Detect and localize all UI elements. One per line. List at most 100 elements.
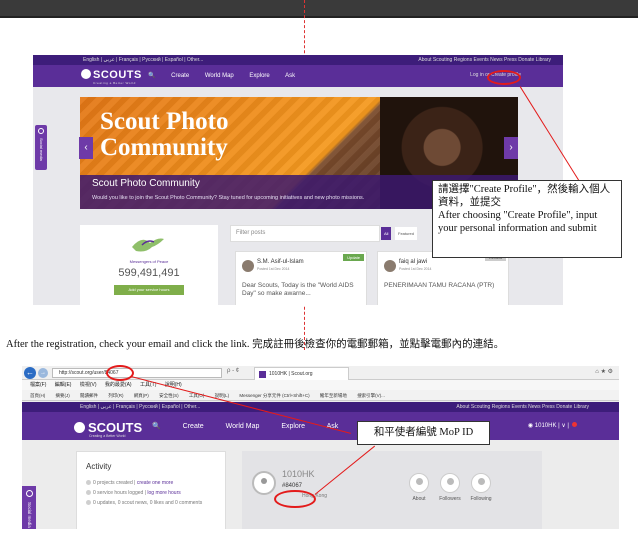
post-author[interactable]: S.M. Asif-ul-Islam bbox=[257, 259, 304, 265]
post-tag: Update bbox=[343, 254, 364, 261]
cmd-mail[interactable]: 閱讀郵件 bbox=[80, 393, 98, 398]
language-bar: English | عربي | Français | Русский | Es… bbox=[22, 402, 619, 412]
social-media-tab[interactable]: Social media bbox=[35, 125, 47, 170]
site-favicon-icon bbox=[259, 371, 266, 378]
carousel-prev-button[interactable]: ‹ bbox=[79, 137, 93, 159]
top-links[interactable]: About Scouting Regions Events News Press… bbox=[456, 402, 589, 412]
search-icon[interactable]: 🔍 bbox=[152, 423, 161, 430]
menu-favorites[interactable]: 我的最愛(A) bbox=[105, 382, 132, 388]
filter-all-tab[interactable]: All bbox=[381, 227, 392, 240]
search-refresh-icons[interactable]: ρ - ¢ bbox=[227, 368, 239, 374]
browser-menu-bar: 檔案(F) 編輯(E) 檢視(V) 我的最愛(A) 工具(T) 說明(H) bbox=[22, 380, 619, 390]
cmd-search-engine[interactable]: 搜索引擎(V)... bbox=[357, 393, 385, 398]
avatar bbox=[384, 260, 396, 272]
highlight-oval-create-profile bbox=[487, 70, 521, 85]
cmd-page[interactable]: 網頁(P) bbox=[134, 393, 149, 398]
browser-command-bar: 首頁(H) 摘要(J) 閱讀郵件 列印(R) 網頁(P) 安全性(S) 工具(O… bbox=[22, 390, 619, 401]
user-menu[interactable]: ◉ 1010HK | ∨ | bbox=[528, 422, 577, 429]
highlight-oval-mop-id bbox=[274, 490, 316, 508]
nav-create[interactable]: Create bbox=[171, 73, 189, 79]
post-date: Posted 1st Dec 2014 bbox=[257, 267, 290, 271]
post-author[interactable]: faiq al jawi bbox=[399, 259, 427, 265]
create-one-more-link[interactable]: create one more bbox=[137, 480, 173, 486]
scouts-logo[interactable]: SCOUTS Creating a Better World bbox=[81, 69, 142, 85]
callout-zh: 請選擇"Create Profile"，然後輸入個人資料，並提交 bbox=[438, 184, 611, 208]
service-hours-count: 599,491,491 bbox=[118, 267, 180, 279]
service-hours-card: Messengers of Peace 599,491,491 Add your… bbox=[80, 225, 218, 305]
social-media-tab[interactable]: Social media bbox=[22, 486, 36, 529]
log-more-hours-link[interactable]: log more hours bbox=[147, 490, 180, 496]
nav-world-map[interactable]: World Map bbox=[226, 423, 260, 430]
post-body: Dear Scouts, Today is the "World AIDS Da… bbox=[242, 282, 354, 297]
address-bar[interactable]: http://scout.org/user/84067 bbox=[52, 368, 222, 378]
activity-card: Activity 0 projects created | create one… bbox=[76, 451, 226, 529]
cmd-feeds[interactable]: 摘要(J) bbox=[56, 393, 70, 398]
cmd-safety[interactable]: 安全性(S) bbox=[159, 393, 179, 398]
main-nav: SCOUTS Creating a Better World 🔍 Create W… bbox=[33, 65, 563, 87]
hero-text: Would you like to join the Scout Photo C… bbox=[92, 195, 365, 201]
about-icon[interactable] bbox=[409, 473, 429, 493]
mop-id-callout: 和平使者編號 MoP ID bbox=[357, 421, 490, 445]
logo-subtitle: Creating a Better World bbox=[93, 81, 136, 85]
nav-ask[interactable]: Ask bbox=[285, 73, 295, 79]
mop-id: #84067 bbox=[282, 483, 303, 489]
following-icon[interactable] bbox=[471, 473, 491, 493]
language-links[interactable]: English | عربي | Français | Русский | Es… bbox=[80, 404, 200, 410]
language-bar: English | عربي | Français | Русский | Es… bbox=[33, 55, 563, 65]
cmd-home[interactable]: 首頁(H) bbox=[30, 393, 45, 398]
plus-icon bbox=[38, 128, 44, 134]
post-card[interactable]: faiq al jawi Posted 1st Dec 2014 Review … bbox=[377, 251, 509, 305]
cmd-print[interactable]: 列印(R) bbox=[108, 393, 123, 398]
nav-explore[interactable]: Explore bbox=[249, 73, 269, 79]
nav-create[interactable]: Create bbox=[183, 423, 204, 430]
add-service-hours-button[interactable]: Add your service hours bbox=[114, 285, 184, 295]
followers-icon[interactable] bbox=[440, 473, 460, 493]
fleur-de-lis-icon bbox=[81, 69, 91, 79]
scout-site-screenshot-2: ← → http://scout.org/user/84067 ρ - ¢ 10… bbox=[22, 366, 619, 529]
nav-explore[interactable]: Explore bbox=[281, 423, 305, 430]
check-icon bbox=[86, 500, 91, 505]
activity-row: 0 service hours logged | log more hours bbox=[86, 490, 181, 496]
menu-view[interactable]: 檢視(V) bbox=[80, 382, 97, 388]
top-links[interactable]: About Scouting Regions Events News Press… bbox=[418, 55, 551, 65]
highlight-oval-url-id bbox=[106, 365, 134, 381]
post-date: Posted 1st Dec 2014 bbox=[399, 267, 432, 271]
about-link[interactable]: About bbox=[404, 496, 434, 502]
profile-avatar[interactable] bbox=[252, 471, 276, 495]
instruction-paragraph: After the registration, check your email… bbox=[6, 339, 505, 350]
plus-icon bbox=[26, 490, 33, 497]
activity-row: 0 updates, 0 scout news, 0 likes and 0 c… bbox=[86, 500, 202, 506]
menu-file[interactable]: 檔案(F) bbox=[30, 382, 46, 388]
scouts-logo[interactable]: SCOUTS Creating a Better World bbox=[74, 420, 142, 438]
nav-world-map[interactable]: World Map bbox=[205, 73, 234, 79]
profile-name: 1010HK bbox=[282, 469, 315, 479]
browser-tab[interactable]: 1010HK | Scout.org bbox=[254, 367, 349, 380]
browser-window-icons[interactable]: ⌂ ★ ⚙ bbox=[595, 368, 613, 375]
hero-heading: Scout Photo Community bbox=[92, 178, 200, 189]
cmd-messenger[interactable]: Messenger 分享元件 (Ctrl+Shift+C) bbox=[239, 393, 309, 398]
carousel-next-button[interactable]: › bbox=[504, 137, 518, 159]
search-icon[interactable]: 🔍 bbox=[148, 73, 155, 79]
menu-edit[interactable]: 編輯(E) bbox=[55, 382, 72, 388]
callout-en: After choosing "Create Profile", input y… bbox=[438, 210, 598, 234]
hero-title: Scout Photo Community bbox=[100, 108, 229, 161]
dove-icon bbox=[132, 238, 164, 252]
top-dark-bar bbox=[0, 0, 638, 18]
filter-featured-tab[interactable]: Featured bbox=[395, 227, 418, 240]
user-avatar-icon: ◉ bbox=[527, 423, 535, 429]
language-links[interactable]: English | عربي | Français | Русский | Es… bbox=[83, 57, 203, 63]
notification-badge bbox=[572, 422, 577, 427]
following-link[interactable]: Following bbox=[466, 496, 496, 502]
check-icon bbox=[86, 490, 91, 495]
forward-arrow-icon[interactable]: → bbox=[38, 368, 48, 378]
post-card[interactable]: S.M. Asif-ul-Islam Posted 1st Dec 2014 U… bbox=[235, 251, 367, 305]
check-icon bbox=[86, 480, 91, 485]
logo-subtitle: Creating a Better World bbox=[89, 434, 126, 438]
fleur-de-lis-icon bbox=[74, 422, 85, 433]
back-arrow-icon[interactable]: ← bbox=[24, 367, 36, 379]
mop-label: Messengers of Peace bbox=[129, 259, 169, 264]
activity-title: Activity bbox=[86, 462, 112, 471]
cmd-favorite-site[interactable]: 豬年至新場地 bbox=[320, 393, 347, 398]
followers-link[interactable]: Followers bbox=[435, 496, 465, 502]
filter-posts-input[interactable]: Filter posts bbox=[230, 225, 380, 242]
